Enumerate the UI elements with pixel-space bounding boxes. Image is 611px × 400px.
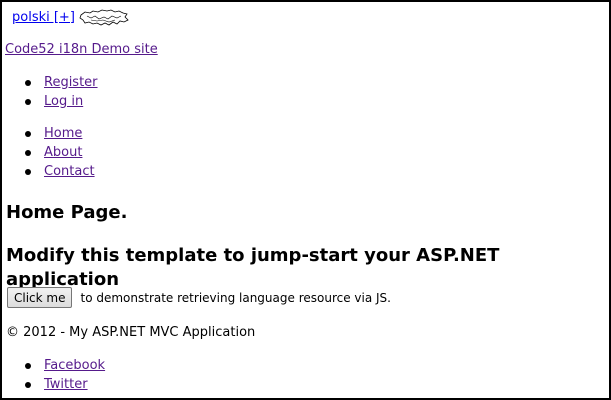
list-item: Twitter	[2, 375, 105, 394]
login-link[interactable]: Log in	[44, 94, 83, 109]
twitter-link[interactable]: Twitter	[44, 377, 88, 392]
page-heading: Home Page.	[6, 202, 128, 223]
footer-copyright: © 2012 - My ASP.NET MVC Application	[6, 325, 256, 340]
main-menu: Home About Contact	[2, 124, 95, 181]
demo-row: Click me to demonstrate retrieving langu…	[7, 287, 391, 308]
menu-contact-link[interactable]: Contact	[44, 164, 95, 179]
click-me-button[interactable]: Click me	[7, 287, 73, 308]
list-item: About	[2, 143, 95, 162]
browser-viewport: polski [+] Code52 i18n Demo site Registe…	[0, 0, 611, 400]
site-title-link[interactable]: Code52 i18n Demo site	[5, 41, 158, 59]
poland-map-icon	[79, 9, 129, 26]
auth-links: Register Log in	[2, 73, 98, 111]
language-link[interactable]: polski [+]	[12, 9, 75, 27]
list-item: Log in	[2, 92, 98, 111]
social-links: Facebook Twitter	[2, 356, 105, 394]
register-link[interactable]: Register	[44, 75, 98, 90]
list-item: Register	[2, 73, 98, 92]
demo-note: to demonstrate retrieving language resou…	[80, 290, 391, 305]
list-item: Facebook	[2, 356, 105, 375]
facebook-link[interactable]: Facebook	[44, 358, 105, 373]
menu-about-link[interactable]: About	[44, 145, 82, 160]
language-switcher: polski [+]	[12, 9, 129, 27]
menu-home-link[interactable]: Home	[44, 126, 82, 141]
page-subheading: Modify this template to jump-start your …	[6, 245, 500, 290]
list-item: Home	[2, 124, 95, 143]
list-item: Contact	[2, 162, 95, 181]
